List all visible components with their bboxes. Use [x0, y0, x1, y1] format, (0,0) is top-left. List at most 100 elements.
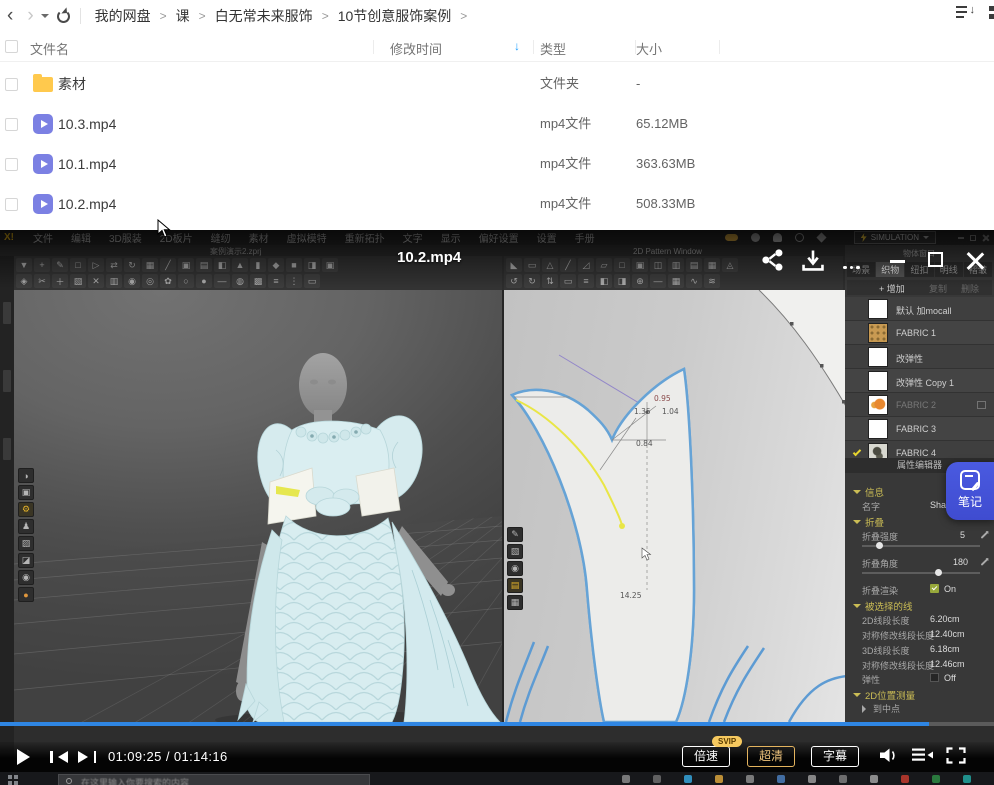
toolbar-icon[interactable]: ◧: [214, 258, 230, 272]
breadcrumb-folder[interactable]: 白无常未来服饰: [213, 2, 315, 30]
md-globe-icon[interactable]: [795, 233, 804, 242]
toolbar-icon[interactable]: ▧: [70, 274, 86, 288]
file-row-folder[interactable]: 素材 文件夹 -: [0, 64, 994, 104]
simulation-button[interactable]: SIMULATION: [854, 231, 936, 244]
taskbar-app-icon[interactable]: [715, 775, 723, 783]
file-name[interactable]: 10.3.mp4: [58, 104, 116, 144]
toolbar-icon[interactable]: ↻: [124, 258, 140, 272]
minimize-button[interactable]: [890, 260, 905, 263]
volume-icon[interactable]: [878, 747, 900, 764]
download-icon[interactable]: [800, 248, 826, 272]
back-icon[interactable]: ‹: [0, 1, 20, 31]
toolbar-icon[interactable]: —: [650, 274, 666, 288]
row-checkbox[interactable]: [5, 198, 18, 211]
toolbar-icon[interactable]: □: [70, 258, 86, 272]
toolbar-icon[interactable]: ╱: [560, 258, 576, 272]
toolbar-icon[interactable]: ▥: [668, 258, 684, 272]
previous-button[interactable]: [50, 751, 68, 763]
toolbar-icon[interactable]: ▭: [524, 258, 540, 272]
row-checkbox[interactable]: [5, 158, 18, 171]
toolbar-icon[interactable]: ✎: [52, 258, 68, 272]
toolbar-icon[interactable]: ∿: [686, 274, 702, 288]
elasticity-checkbox[interactable]: [930, 673, 939, 682]
quality-button[interactable]: 超清: [747, 746, 795, 767]
file-row-video[interactable]: 10.1.mp4 mp4文件 363.63MB: [0, 144, 994, 184]
toolbar-icon[interactable]: ◈: [16, 274, 32, 288]
taskbar-app-icon[interactable]: [963, 775, 971, 783]
speed-button[interactable]: 倍速: [682, 746, 730, 767]
tab-fabric[interactable]: 织物: [876, 262, 904, 277]
taskbar-app-icon[interactable]: [684, 775, 692, 783]
toolbar-icon[interactable]: ◫: [650, 258, 666, 272]
sort-desc-icon[interactable]: ↓: [514, 39, 520, 53]
side-tool-icon[interactable]: ♟: [18, 519, 34, 534]
breadcrumb-my-drive[interactable]: 我的网盘: [93, 2, 153, 30]
toolbar-icon[interactable]: +: [34, 258, 50, 272]
fabric-item[interactable]: 默认 加mocall: [845, 297, 994, 321]
taskbar-app-icon[interactable]: [839, 775, 847, 783]
more-options-icon[interactable]: [843, 256, 869, 274]
taskbar-app-icon[interactable]: [808, 775, 816, 783]
section-info[interactable]: 信息: [853, 485, 884, 499]
md-menu-sew[interactable]: 缝纫: [202, 230, 240, 245]
name-value[interactable]: Sha: [930, 500, 946, 510]
forward-icon[interactable]: ›: [20, 1, 40, 31]
side-tool-icon[interactable]: ✎: [507, 527, 523, 542]
taskbar-app-icon[interactable]: [777, 775, 785, 783]
toolbar-icon[interactable]: ⇄: [106, 258, 122, 272]
toolbar-icon[interactable]: ◣: [506, 258, 522, 272]
md-menu-retopo[interactable]: 重新拓扑: [336, 230, 394, 245]
toolbar-icon[interactable]: ✕: [88, 274, 104, 288]
row-checkbox[interactable]: [5, 78, 18, 91]
side-tool-icon[interactable]: ▨: [18, 536, 34, 551]
section-selected-lines[interactable]: 被选择的线: [853, 599, 913, 613]
video-frame[interactable]: X! 文件 编辑 3D服装 2D板片 缝纫 素材 虚拟模特 重新拓扑 文字 显示…: [0, 230, 994, 772]
toolbar-icon[interactable]: ▷: [88, 258, 104, 272]
fabric-item[interactable]: 改弹性 Copy 1: [845, 369, 994, 393]
toolbar-icon[interactable]: ▮: [250, 258, 266, 272]
toolbar-icon[interactable]: ◆: [268, 258, 284, 272]
fabric-item[interactable]: 改弹性: [845, 345, 994, 369]
toolbar-icon[interactable]: ✂: [34, 274, 50, 288]
seek-bar[interactable]: [0, 722, 994, 726]
fullscreen-icon[interactable]: [946, 747, 966, 764]
fabric-item[interactable]: FABRIC 2: [845, 393, 994, 417]
column-type[interactable]: 类型: [540, 39, 566, 58]
row-checkbox[interactable]: [5, 118, 18, 131]
subtitle-button[interactable]: 字幕: [811, 746, 859, 767]
column-size[interactable]: 大小: [636, 39, 662, 58]
md-close-icon[interactable]: [982, 234, 989, 241]
section-2d-measure[interactable]: 2D位置测量: [853, 688, 915, 702]
md-menu-text[interactable]: 文字: [394, 230, 432, 245]
fabric-item[interactable]: FABRIC 3: [845, 417, 994, 441]
sort-icon[interactable]: [956, 5, 971, 19]
fabric-item[interactable]: FABRIC 1: [845, 321, 994, 345]
history-dropdown-icon[interactable]: [41, 14, 49, 22]
toolbar-icon[interactable]: ▤: [686, 258, 702, 272]
share-icon[interactable]: [760, 248, 786, 272]
md-minimize-icon[interactable]: [958, 237, 964, 239]
toolbar-icon[interactable]: ↺: [506, 274, 522, 288]
md-maximize-icon[interactable]: [970, 235, 976, 241]
md-menu-manual[interactable]: 手册: [566, 230, 604, 245]
md-speaker-icon[interactable]: [751, 233, 760, 242]
toolbar-icon[interactable]: ↻: [524, 274, 540, 288]
md-menu-avatar[interactable]: 虚拟模特: [278, 230, 336, 245]
side-tool-icon[interactable]: ◉: [507, 561, 523, 576]
fold-strength-slider[interactable]: [862, 545, 980, 547]
toolbar-icon[interactable]: ◎: [142, 274, 158, 288]
playlist-icon[interactable]: [912, 747, 934, 763]
toolbar-icon[interactable]: ◨: [304, 258, 320, 272]
md-capsule-icon[interactable]: [725, 234, 738, 241]
toolbar-icon[interactable]: ◿: [578, 258, 594, 272]
toolbar-icon[interactable]: ▣: [178, 258, 194, 272]
select-all-checkbox[interactable]: [5, 40, 18, 53]
file-name[interactable]: 10.1.mp4: [58, 144, 116, 184]
md-garment-icon[interactable]: [816, 232, 826, 242]
md-menu-settings[interactable]: 设置: [528, 230, 566, 245]
file-name[interactable]: 10.2.mp4: [58, 184, 116, 224]
toolbar-icon[interactable]: ▭: [304, 274, 320, 288]
3d-viewport[interactable]: [14, 290, 502, 722]
toolbar-icon[interactable]: ≡: [578, 274, 594, 288]
column-name[interactable]: 文件名: [30, 39, 69, 58]
